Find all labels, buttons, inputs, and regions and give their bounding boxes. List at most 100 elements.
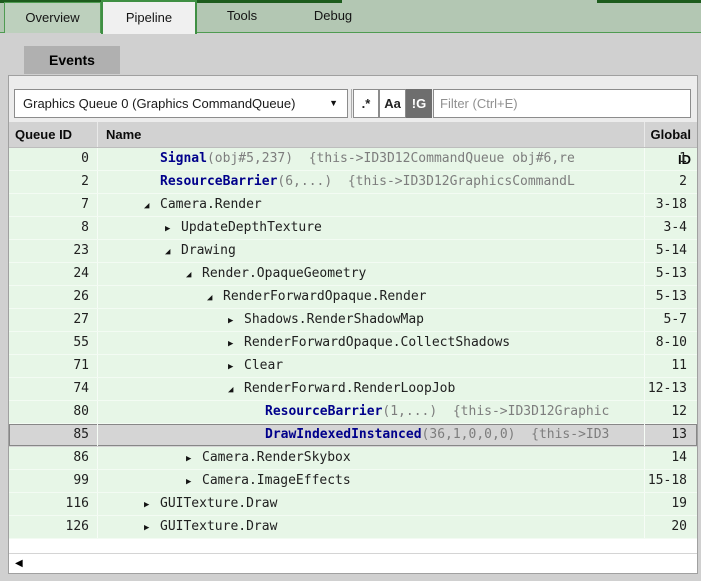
- tree-expander-icon[interactable]: ▶: [228, 356, 244, 377]
- tree-expander-icon[interactable]: ◢: [186, 264, 202, 285]
- row-queue-id: 80: [9, 401, 98, 423]
- table-row[interactable]: 26 ◢RenderForwardOpaque.Render 5-13: [9, 286, 697, 309]
- marker-label: Drawing: [181, 243, 236, 258]
- row-global-id: 19: [645, 493, 697, 515]
- horizontal-scrollbar[interactable]: ◀: [9, 553, 697, 573]
- marker-label: Render.OpaqueGeometry: [202, 266, 366, 281]
- row-queue-id: 55: [9, 332, 98, 354]
- row-global-id: 3-4: [645, 217, 697, 239]
- row-queue-id: 74: [9, 378, 98, 400]
- tree-expander-icon[interactable]: ◢: [144, 195, 160, 216]
- tree-expander-icon[interactable]: ◢: [165, 241, 181, 262]
- row-name: DrawIndexedInstanced(36,1,0,0,0) {this->…: [98, 424, 645, 446]
- api-call-args: (obj#5,237) {this->ID3D12CommandQueue ob…: [207, 151, 575, 166]
- row-name: ▶UpdateDepthTexture: [98, 217, 645, 239]
- marker-label: Camera.ImageEffects: [202, 473, 351, 488]
- row-global-id: 12: [645, 401, 697, 423]
- marker-label: RenderForwardOpaque.Render: [223, 289, 427, 304]
- row-queue-id: 99: [9, 470, 98, 492]
- table-row[interactable]: 7 ◢Camera.Render 3-18: [9, 194, 697, 217]
- tab-tools[interactable]: Tools: [204, 0, 280, 32]
- pane-top-edge: [597, 0, 701, 3]
- row-global-id: 13: [645, 424, 697, 446]
- row-global-id: 11: [645, 355, 697, 377]
- tree-expander-icon[interactable]: ▶: [186, 448, 202, 469]
- row-queue-id: 27: [9, 309, 98, 331]
- tab-pipeline[interactable]: Pipeline: [101, 0, 197, 34]
- row-name: ▶RenderForwardOpaque.CollectShadows: [98, 332, 645, 354]
- tree-expander-icon[interactable]: ▶: [228, 310, 244, 331]
- marker-label: RenderForwardOpaque.CollectShadows: [244, 335, 510, 350]
- row-queue-id: 116: [9, 493, 98, 515]
- api-call-name: ResourceBarrier: [265, 404, 382, 419]
- scroll-left-icon[interactable]: ◀: [15, 557, 23, 571]
- row-queue-id: 71: [9, 355, 98, 377]
- toolbar: Graphics Queue 0 (Graphics CommandQueue)…: [9, 76, 697, 122]
- toolbar-divider: [351, 89, 352, 118]
- row-queue-id: 0: [9, 148, 98, 170]
- marker-label: Shadows.RenderShadowMap: [244, 312, 424, 327]
- row-global-id: 5-13: [645, 263, 697, 285]
- row-global-id: 3-18: [645, 194, 697, 216]
- regex-filter-button[interactable]: .*: [353, 89, 379, 118]
- tree-expander-icon[interactable]: ▶: [186, 471, 202, 492]
- table-row[interactable]: 99 ▶Camera.ImageEffects 15-18: [9, 470, 697, 493]
- case-sensitive-button[interactable]: Aa: [379, 89, 406, 118]
- tab-debug[interactable]: Debug: [295, 0, 371, 32]
- table-row[interactable]: 116 ▶GUITexture.Draw 19: [9, 493, 697, 516]
- row-queue-id: 126: [9, 516, 98, 538]
- queue-select[interactable]: Graphics Queue 0 (Graphics CommandQueue)…: [14, 89, 348, 118]
- row-global-id: 14: [645, 447, 697, 469]
- marker-label: Camera.Render: [160, 197, 262, 212]
- row-name: ▶GUITexture.Draw: [98, 493, 645, 515]
- row-queue-id: 86: [9, 447, 98, 469]
- glob-filter-button[interactable]: !G: [406, 89, 432, 118]
- row-global-id: 20: [645, 516, 697, 538]
- table-row[interactable]: 80 ResourceBarrier(1,...) {this->ID3D12G…: [9, 401, 697, 424]
- table-row[interactable]: 24 ◢Render.OpaqueGeometry 5-13: [9, 263, 697, 286]
- api-call-args: (1,...) {this->ID3D12Graphic: [382, 404, 609, 419]
- table-row[interactable]: 126 ▶GUITexture.Draw 20: [9, 516, 697, 539]
- row-global-id: 12-13: [645, 378, 697, 400]
- tree-expander-icon[interactable]: ▶: [165, 218, 181, 239]
- marker-label: GUITexture.Draw: [160, 519, 277, 534]
- row-queue-id: 23: [9, 240, 98, 262]
- row-name: ▶GUITexture.Draw: [98, 516, 645, 538]
- tree-expander-icon[interactable]: ▶: [144, 494, 160, 515]
- events-dock-tab[interactable]: Events: [24, 46, 120, 74]
- row-global-id: 1: [645, 148, 697, 170]
- queue-select-value: Graphics Queue 0 (Graphics CommandQueue): [23, 96, 295, 111]
- row-name: Signal(obj#5,237) {this->ID3D12CommandQu…: [98, 148, 645, 170]
- row-queue-id: 8: [9, 217, 98, 239]
- filter-input[interactable]: [433, 89, 691, 118]
- tree-expander-icon[interactable]: ▶: [228, 333, 244, 354]
- table-row[interactable]: 55 ▶RenderForwardOpaque.CollectShadows 8…: [9, 332, 697, 355]
- row-name: ResourceBarrier(1,...) {this->ID3D12Grap…: [98, 401, 645, 423]
- row-global-id: 5-7: [645, 309, 697, 331]
- tree-expander-icon[interactable]: ◢: [228, 379, 244, 400]
- table-row[interactable]: 2 ResourceBarrier(6,...) {this->ID3D12Gr…: [9, 171, 697, 194]
- events-table: Queue ID Name Global ID 0 Signal(obj#5,2…: [9, 122, 697, 553]
- tab-overview[interactable]: Overview: [4, 2, 101, 33]
- api-call-args: (6,...) {this->ID3D12GraphicsCommandL: [277, 174, 574, 189]
- table-row[interactable]: 27 ▶Shadows.RenderShadowMap 5-7: [9, 309, 697, 332]
- table-row[interactable]: 86 ▶Camera.RenderSkybox 14: [9, 447, 697, 470]
- row-name: ◢RenderForwardOpaque.Render: [98, 286, 645, 308]
- table-header: Queue ID Name Global ID: [9, 122, 697, 148]
- row-name: ◢Camera.Render: [98, 194, 645, 216]
- marker-label: Clear: [244, 358, 283, 373]
- tree-expander-icon[interactable]: ◢: [207, 287, 223, 308]
- row-queue-id: 24: [9, 263, 98, 285]
- table-row[interactable]: 71 ▶Clear 11: [9, 355, 697, 378]
- api-call-name: ResourceBarrier: [160, 174, 277, 189]
- tree-expander-icon[interactable]: ▶: [144, 517, 160, 538]
- table-row[interactable]: 0 Signal(obj#5,237) {this->ID3D12Command…: [9, 148, 697, 171]
- row-queue-id: 7: [9, 194, 98, 216]
- api-call-name: Signal: [160, 151, 207, 166]
- table-row[interactable]: 74 ◢RenderForward.RenderLoopJob 12-13: [9, 378, 697, 401]
- table-row[interactable]: 8 ▶UpdateDepthTexture 3-4: [9, 217, 697, 240]
- table-row[interactable]: 23 ◢Drawing 5-14: [9, 240, 697, 263]
- marker-label: Camera.RenderSkybox: [202, 450, 351, 465]
- row-name: ◢Render.OpaqueGeometry: [98, 263, 645, 285]
- table-row[interactable]: 85 DrawIndexedInstanced(36,1,0,0,0) {thi…: [9, 424, 697, 447]
